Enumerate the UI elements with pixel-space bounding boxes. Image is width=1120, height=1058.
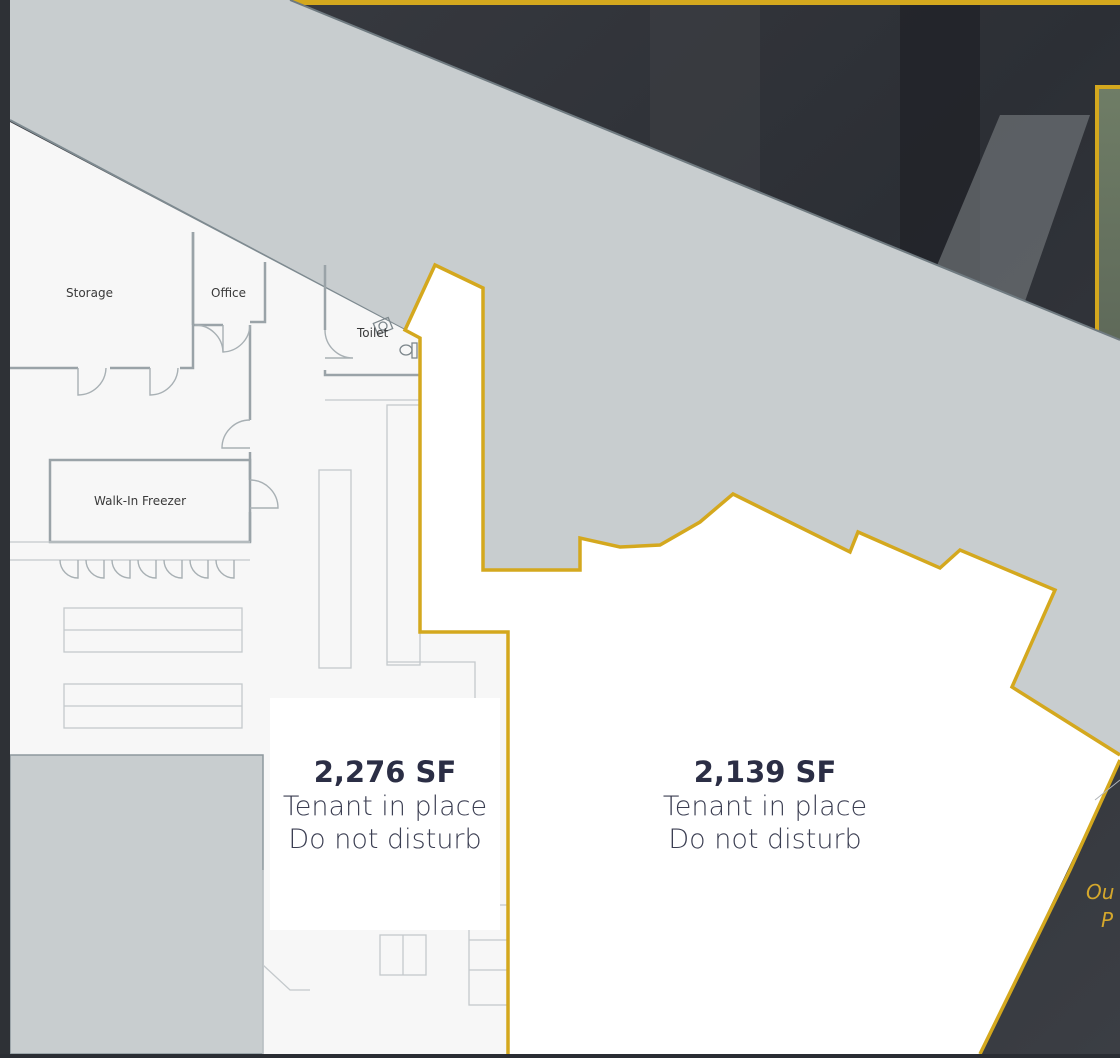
grey-block [9,754,264,1055]
room-label-walk-in-freezer: Walk-In Freezer [94,494,187,508]
unit-status: Tenant in place [282,791,488,822]
unit-area: 2,139 SF [693,755,837,789]
caption-line-1: Ou [1086,880,1115,904]
unit-status: Tenant in place [662,791,868,822]
unit-note: Do not disturb [668,824,862,855]
room-label-office: Office [211,286,247,300]
unit-info-right: 2,139 SF Tenant in place Do not disturb [640,754,890,856]
unit-note: Do not disturb [288,824,482,855]
room-label-toilet: Toilet [357,326,389,340]
floor-plan-drawing [0,0,1120,1055]
room-label-storage: Storage [66,286,113,300]
unit-info-left: 2,276 SF Tenant in place Do not disturb [270,698,500,930]
unit-area: 2,276 SF [313,755,457,789]
floor-plan: Storage Office Toilet Walk-In Freezer 2,… [0,0,1120,1055]
caption-line-2: P [1101,908,1114,932]
